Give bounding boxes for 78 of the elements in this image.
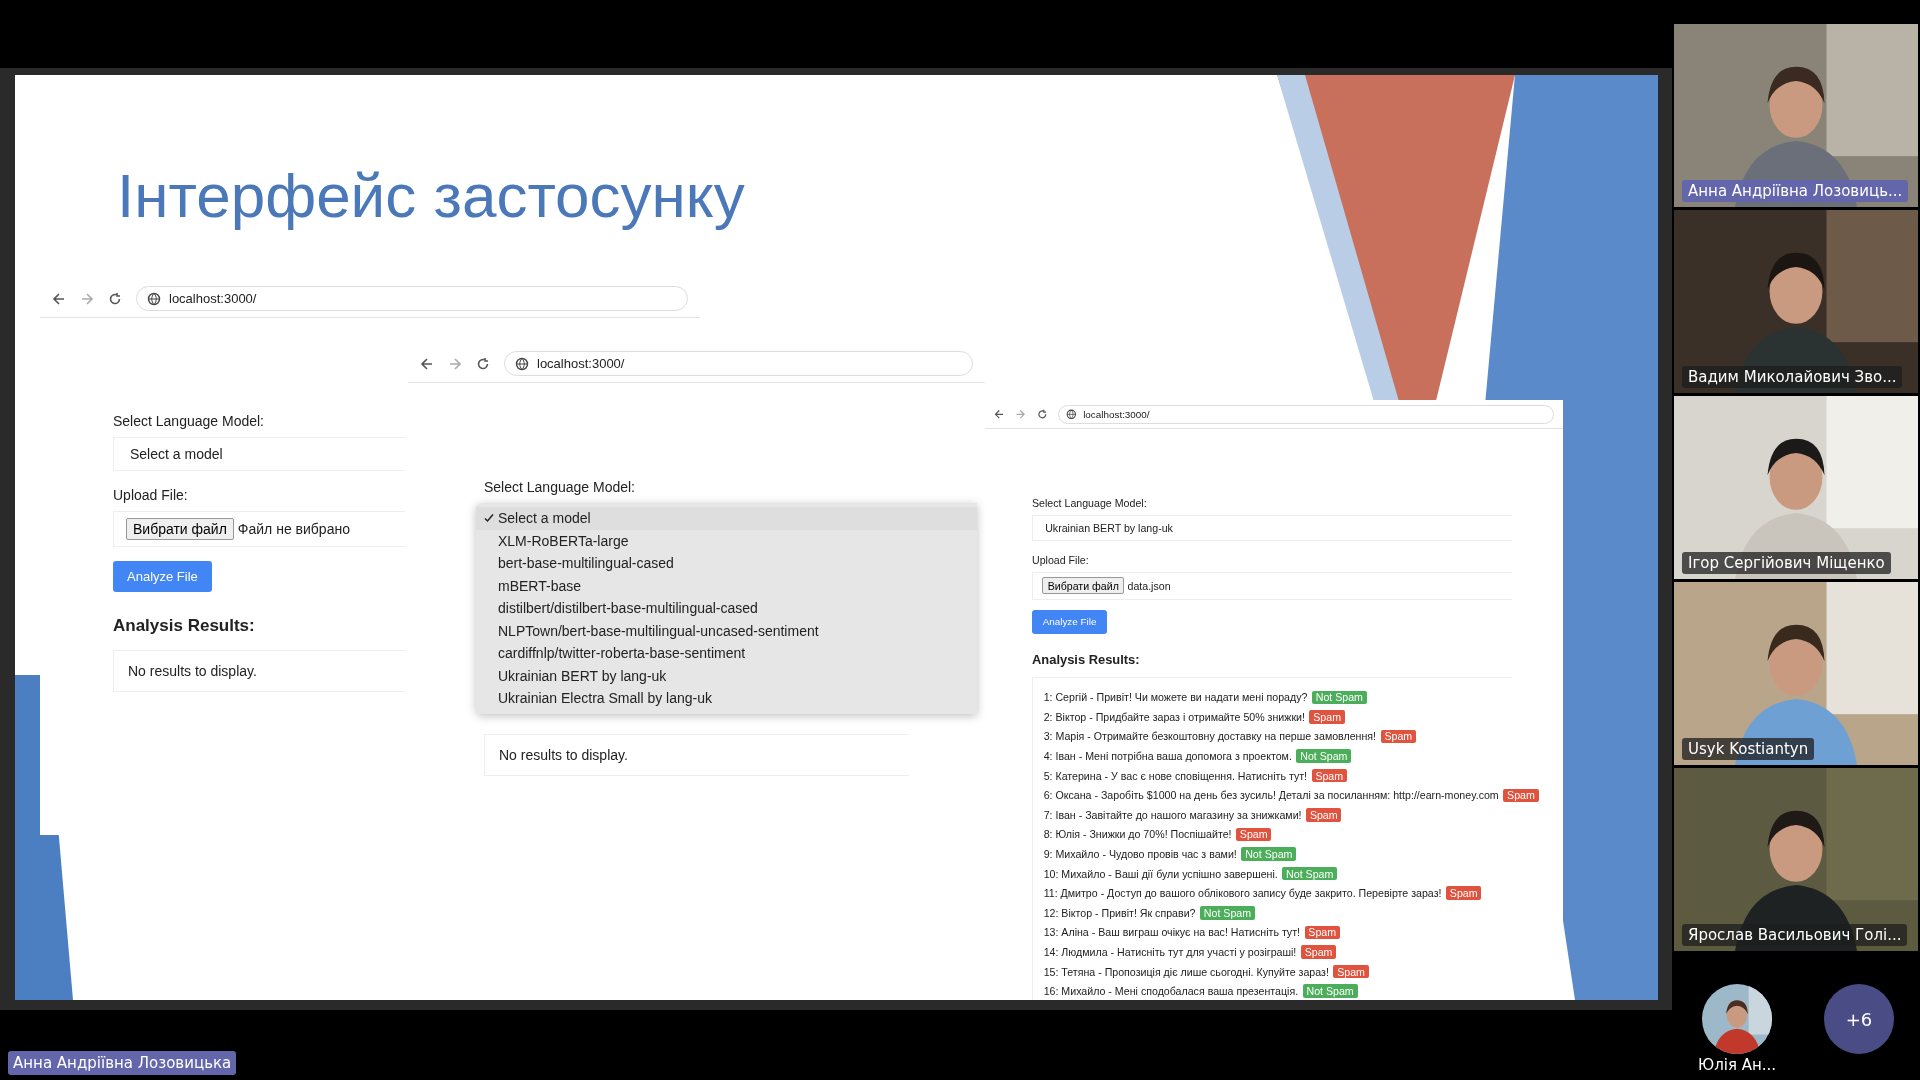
file-name: Файл не вибрано	[237, 521, 350, 537]
reload-icon[interactable]	[476, 356, 490, 371]
back-icon[interactable]	[994, 408, 1005, 420]
dropdown-option[interactable]: Select a model	[476, 507, 977, 530]
verdict-badge: Spam	[1306, 808, 1342, 822]
analyze-button[interactable]: Analyze File	[113, 561, 212, 592]
result-text: 7: Іван - Завітайте до нашого магазину за знижками!	[1043, 808, 1302, 821]
dropdown-option[interactable]: Ukrainian BERT by lang-uk	[476, 664, 977, 687]
reload-icon[interactable]	[108, 291, 122, 306]
verdict-badge: Not Spam	[1311, 690, 1367, 705]
model-select[interactable]: Ukrainian BERT by lang-uk	[1032, 515, 1512, 542]
dropdown-option[interactable]: XLM-RoBERTa-large	[476, 529, 977, 552]
results-heading: Analysis Results:	[1032, 651, 1141, 667]
field-label: Select Language Model:	[484, 479, 635, 495]
dropdown-option[interactable]: cardiffnlp/twitter-roberta-base-sentiment	[476, 642, 977, 665]
file-input[interactable]: Вибрати файл Файл не вибрано	[113, 511, 405, 547]
result-text: 12: Віктор - Привіт! Як справи?	[1043, 906, 1196, 919]
result-text: 13: Аліна - Ваш виграш очікує на вас! Натисніть тут!	[1043, 926, 1300, 939]
field-label: Upload File:	[113, 487, 188, 503]
choose-file-button[interactable]: Вибрати файл	[126, 518, 234, 540]
dropdown-option[interactable]: NLPTown/bert-base-multilingual-uncased-sentiment	[476, 619, 977, 642]
check-icon	[484, 513, 494, 523]
verdict-badge: Spam	[1309, 710, 1345, 724]
verdict-badge: Not Spam	[1200, 906, 1255, 920]
participant-name: Ярослав Васильович Голі...	[1682, 924, 1908, 946]
result-text: 5: Катерина - У вас є нове сповіщення. Натисніть тут!	[1043, 769, 1308, 782]
verdict-badge: Not Spam	[1302, 984, 1358, 998]
verdict-badge: Spam	[1300, 945, 1337, 959]
analyze-button[interactable]: Analyze File	[1032, 610, 1108, 634]
dropdown-option[interactable]: Ukrainian Electra Small by lang-uk	[476, 687, 977, 710]
participant-name: Ігор Сергійович Міщенко	[1682, 552, 1891, 574]
participant-name: Юлія Ан...	[1697, 1056, 1777, 1074]
result-text: 11: Дмитро - Доступ до вашого облікового запису буде закрито. Перевірте зараз!	[1043, 887, 1442, 900]
choose-file-button[interactable]: Вибрати файл	[1042, 577, 1125, 595]
result-text: 2: Віктор - Придбайте зараз і отримайте 50% знижки!	[1043, 710, 1305, 723]
result-text: 4: Іван - Мені потрібна ваша допомога з проектом.	[1043, 750, 1292, 763]
verdict-badge: Not Spam	[1282, 866, 1338, 881]
globe-icon	[147, 291, 161, 306]
dropdown-option[interactable]: mBERT-base	[476, 574, 977, 597]
empty-results: No results to display.	[484, 733, 909, 776]
reload-icon[interactable]	[1036, 408, 1048, 420]
model-select[interactable]: Select a model	[113, 437, 405, 471]
verdict-badge: Not Spam	[1296, 749, 1352, 763]
back-icon[interactable]	[420, 356, 434, 371]
verdict-badge: Spam	[1446, 886, 1482, 900]
verdict-badge: Spam	[1311, 768, 1347, 783]
participant-name: Usyk Kostiantyn	[1682, 738, 1815, 760]
field-label: Upload File:	[1032, 553, 1089, 566]
result-text: 15: Тетяна - Пропозиція діє лише сьогодні. Купуйте зараз!	[1043, 965, 1329, 978]
verdict-badge: Spam	[1304, 925, 1340, 940]
empty-results: No results to display.	[113, 650, 405, 692]
file-input[interactable]: Вибрати файл data.json	[1032, 571, 1512, 600]
result-text: 16: Михайло - Мені сподобалася ваша презентація.	[1043, 985, 1299, 998]
result-text: 6: Оксана - Заробіть $1000 на день без зусиль! Деталі за посиланням: http://earn-money.com	[1043, 789, 1499, 802]
result-text: 8: Юлія - Знижки до 70%! Поспішайте!	[1043, 828, 1232, 841]
slide-title: Інтерфейс застосунку	[117, 160, 745, 231]
field-label: Select Language Model:	[1032, 497, 1147, 510]
globe-icon	[515, 356, 529, 371]
verdict-badge: Spam	[1380, 729, 1416, 744]
verdict-badge: Spam	[1333, 964, 1369, 979]
result-text: 3: Марія - Отримайте безкоштовну доставку на перше замовлення!	[1043, 730, 1377, 743]
globe-icon	[1066, 408, 1078, 420]
verdict-badge: Spam	[1503, 788, 1539, 802]
file-name: data.json	[1127, 579, 1171, 592]
verdict-badge: Spam	[1236, 827, 1272, 842]
participant-name: Анна Андріївна Лозовиць...	[1682, 180, 1909, 202]
participant-name: Вадим Миколайович Зво...	[1682, 366, 1903, 388]
verdict-badge: Not Spam	[1241, 847, 1297, 861]
result-text: 1: Сергій - Привіт! Чи можете ви надати мені пораду?	[1043, 691, 1308, 704]
result-text: 10: Михайло - Ваші дії були успішно завершені.	[1043, 867, 1278, 880]
back-icon[interactable]	[52, 291, 66, 306]
result-text: 9: Михайло - Чудово провів час з вами!	[1043, 848, 1237, 861]
dropdown-option[interactable]: bert-base-multilingual-cased	[476, 552, 977, 575]
result-text: 14: Людмила - Натисніть тут для участі у розіграші!	[1043, 946, 1297, 958]
presenter-name: Анна Андріївна Лозовицька	[8, 1051, 237, 1075]
more-participants-button[interactable]: +6	[1824, 984, 1895, 1054]
field-label: Select Language Model:	[113, 413, 264, 429]
dropdown-option[interactable]: distilbert/distilbert-base-multilingual-cased	[476, 597, 977, 620]
